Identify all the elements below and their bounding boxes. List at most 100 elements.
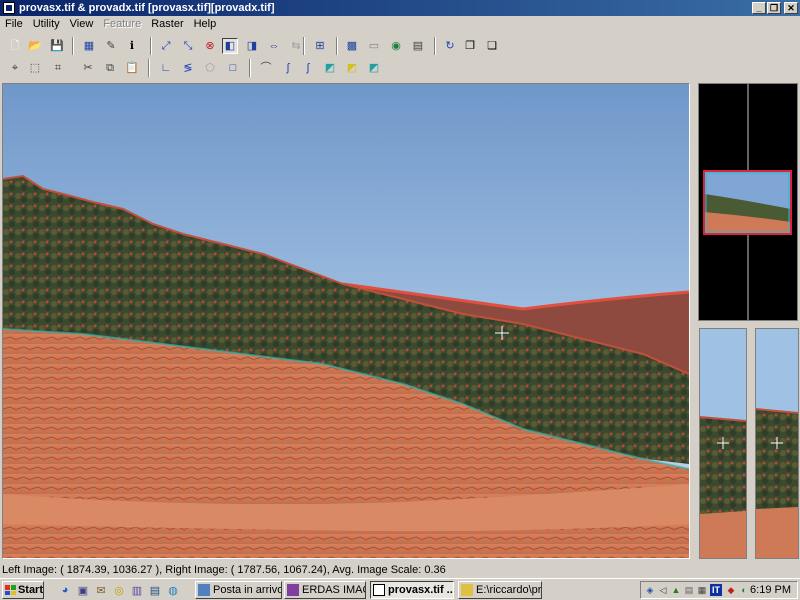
printer-icon[interactable]: ▦ [696, 584, 708, 596]
status-bar: Left Image: ( 1874.39, 1036.27 ), Right … [0, 562, 800, 578]
restore-button[interactable]: ❐ [767, 2, 781, 14]
minimize-button[interactable]: _ [752, 2, 766, 14]
system-tray: ◈ ◁ ▲ ▤ ▦ IT ◆ ◐ 6:19 PM [640, 581, 798, 599]
device-icon[interactable]: ▤ [683, 584, 695, 596]
close-button[interactable]: ✕ [784, 2, 798, 14]
mail-icon [198, 584, 210, 596]
menu-raster[interactable]: Raster [146, 18, 188, 30]
angle-icon[interactable]: ∟ [158, 60, 174, 76]
task-provasx[interactable]: provasx.tif ... [370, 581, 454, 599]
quicklaunch-outlook-icon[interactable]: ✉ [93, 582, 109, 598]
quicklaunch-explorer-icon[interactable]: ▤ [147, 582, 163, 598]
ruler-icon[interactable]: ▭ [366, 38, 382, 54]
erdas-icon [287, 584, 299, 596]
quicklaunch-ie-icon[interactable]: ◕ [57, 582, 73, 598]
cube-yellow-icon[interactable]: ◩ [344, 60, 360, 76]
left-zoom-image [700, 329, 746, 558]
task-explorer-riccardo[interactable]: E:\riccardo\pro... [458, 581, 542, 599]
pointer-icon[interactable]: ⌖ [7, 60, 23, 76]
info-icon[interactable]: ℹ [124, 38, 140, 54]
toolbar-separator [336, 37, 338, 55]
left-view-icon[interactable]: ◧ [222, 38, 238, 54]
cube-teal-icon[interactable]: ◩ [322, 60, 338, 76]
curve-icon[interactable]: ⌒ [258, 60, 274, 76]
left-zoom-pane[interactable] [699, 328, 747, 559]
status-text: Left Image: ( 1874.39, 1036.27 ), Right … [2, 564, 446, 576]
app-icon[interactable] [3, 2, 15, 14]
digitize-toolbar: ⌖ ⬚ ⌗ ✂ ⧉ 📋 ∟ ≶ ⬠ □ ⌒ ʃ ʃ ◩ ◩ ◩ [0, 57, 800, 79]
cube-cyan-icon[interactable]: ◩ [366, 60, 382, 76]
quicklaunch-channel-icon[interactable]: ▥ [129, 582, 145, 598]
window-title: provasx.tif & provadx.tif [provasx.tif][… [19, 2, 275, 14]
task-erdas-imagine[interactable]: ERDAS IMAGI... [284, 581, 366, 599]
menu-view[interactable]: View [65, 18, 99, 30]
layers-icon[interactable]: ▦ [81, 38, 97, 54]
toolbar-separator [150, 37, 152, 55]
menu-file[interactable]: File [0, 18, 28, 30]
title-bar[interactable]: provasx.tif & provadx.tif [provasx.tif][… [0, 0, 800, 16]
folder-icon [461, 584, 473, 596]
right-zoom-image [756, 329, 798, 558]
quicklaunch-media-icon[interactable]: ◎ [111, 582, 127, 598]
stream-alt-icon[interactable]: ʃ [300, 60, 316, 76]
cancel-icon[interactable]: ⊗ [202, 38, 218, 54]
select-box-icon[interactable]: ⬚ [27, 60, 43, 76]
quicklaunch-web-icon[interactable]: ◍ [165, 582, 181, 598]
crop-icon[interactable]: ⌗ [50, 60, 66, 76]
sync-icon[interactable]: ◐ [738, 584, 750, 596]
zoom-out-icon[interactable]: ⤡ [180, 38, 196, 54]
main-toolbar: 🗋 📂 💾 ▦ ✎ ℹ ⤢ ⤡ ⊗ ◧ ◨ ⇔ ⇆ ⊞ ▩ ▭ ◉ ▤ ↻ ❐ ❏ [0, 35, 800, 57]
antivirus-icon[interactable]: ▲ [670, 584, 682, 596]
cut-icon[interactable]: ✂ [80, 60, 96, 76]
copy-icon[interactable]: ⧉ [102, 60, 118, 76]
fit-icon[interactable]: ⊞ [312, 38, 328, 54]
task-label: Posta in arrivo ... [213, 584, 282, 596]
volume-icon[interactable]: ◁ [657, 584, 669, 596]
link-icon[interactable]: ⇔ [266, 38, 282, 54]
zoom-in-icon[interactable]: ⤢ [158, 38, 174, 54]
menu-help[interactable]: Help [189, 18, 222, 30]
new-file-icon[interactable]: 🗋 [7, 38, 23, 54]
refresh-icon[interactable]: ↻ [442, 38, 458, 54]
copy-window-icon[interactable]: ❐ [462, 38, 478, 54]
toolbar-separator [72, 37, 74, 55]
menu-bar: File Utility View Feature Raster Help [0, 16, 800, 32]
rectangle-icon[interactable]: □ [225, 60, 241, 76]
quicklaunch-desktop-icon[interactable]: ▣ [75, 582, 91, 598]
toolbar-separator [303, 37, 305, 55]
menu-utility[interactable]: Utility [28, 18, 65, 30]
swap-icon[interactable]: ⇆ [288, 38, 304, 54]
start-label: Start [17, 584, 43, 596]
task-label: E:\riccardo\pro... [476, 584, 542, 596]
open-folder-icon[interactable]: 📂 [27, 38, 43, 54]
right-view-icon[interactable]: ◨ [244, 38, 260, 54]
start-button[interactable]: Start [2, 581, 44, 599]
task-label: provasx.tif ... [388, 584, 454, 596]
clock: 6:19 PM [750, 584, 791, 596]
polyline-icon[interactable]: ≶ [180, 60, 196, 76]
stereo-main-view[interactable] [2, 83, 690, 559]
eraser-icon[interactable]: ✎ [103, 38, 119, 54]
table-icon[interactable]: ▤ [410, 38, 426, 54]
menu-feature[interactable]: Feature [98, 18, 146, 30]
stereo-app-icon [373, 584, 385, 596]
pane-splitter[interactable] [692, 83, 697, 559]
globe-icon[interactable]: ◉ [388, 38, 404, 54]
save-icon[interactable]: 💾 [49, 38, 65, 54]
language-indicator[interactable]: IT [710, 584, 722, 596]
stream-icon[interactable]: ʃ [280, 60, 296, 76]
toolbar-separator [249, 59, 251, 77]
toolbar-separator [434, 37, 436, 55]
task-posta-in-arrivo[interactable]: Posta in arrivo ... [195, 581, 282, 599]
overview-pane[interactable] [698, 83, 798, 321]
right-zoom-pane[interactable] [755, 328, 799, 559]
overview-image [699, 84, 797, 320]
polygon-icon[interactable]: ⬠ [202, 60, 218, 76]
network-icon[interactable]: ◈ [644, 584, 656, 596]
taskbar: Start ◕ ▣ ✉ ◎ ▥ ▤ ◍ Posta in arrivo ... … [0, 578, 800, 600]
anaglyph-image [3, 84, 689, 558]
paste-window-icon[interactable]: ❏ [484, 38, 500, 54]
alert-icon[interactable]: ◆ [725, 584, 737, 596]
overlay-icon[interactable]: ▩ [344, 38, 360, 54]
paste-icon[interactable]: 📋 [124, 60, 140, 76]
